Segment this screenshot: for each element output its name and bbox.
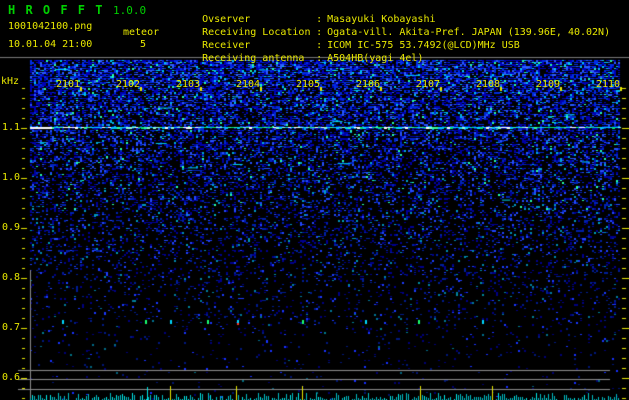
time-tick-label: 2108 (475, 79, 501, 90)
freq-tick-label: 1.0 (1, 172, 20, 183)
freq-tick-label: 0.6 (1, 372, 20, 383)
info-value: A504HB(yagi 4el) (327, 53, 424, 64)
freq-axis-unit: kHz (1, 76, 20, 87)
freq-tick-label: 0.7 (1, 322, 20, 333)
time-tick-label: 2109 (535, 79, 561, 90)
time-tick-label: 2103 (175, 79, 201, 90)
freq-tick-label: 0.9 (1, 222, 20, 233)
time-tick-label: 2107 (415, 79, 441, 90)
time-tick-label: 2106 (355, 79, 381, 90)
app-title: H R O F F T (8, 3, 104, 17)
info-row-antenna: Receiving antenna: A504HB(yagi 4el) (178, 42, 423, 75)
output-filename: 1001042100.png (8, 21, 93, 32)
hrofft-window: H R O F F T 1.0.0 1001042100.png meteor … (0, 0, 629, 400)
time-tick-label: 2110 (595, 79, 621, 90)
time-tick-label: 2102 (115, 79, 141, 90)
time-tick-label: 2104 (235, 79, 261, 90)
mode-label: meteor (123, 27, 160, 38)
info-label: Receiving antenna (202, 53, 305, 64)
freq-tick-label: 0.8 (1, 272, 20, 283)
freq-tick-label: 1.1 (1, 122, 20, 133)
time-tick-label: 2105 (295, 79, 321, 90)
app-version: 1.0.0 (113, 4, 147, 17)
datetime-label: 10.01.04 21:00 (8, 39, 93, 50)
meteor-count: 5 (140, 39, 147, 50)
info-colon: : (316, 53, 323, 64)
time-tick-label: 2101 (55, 79, 81, 90)
